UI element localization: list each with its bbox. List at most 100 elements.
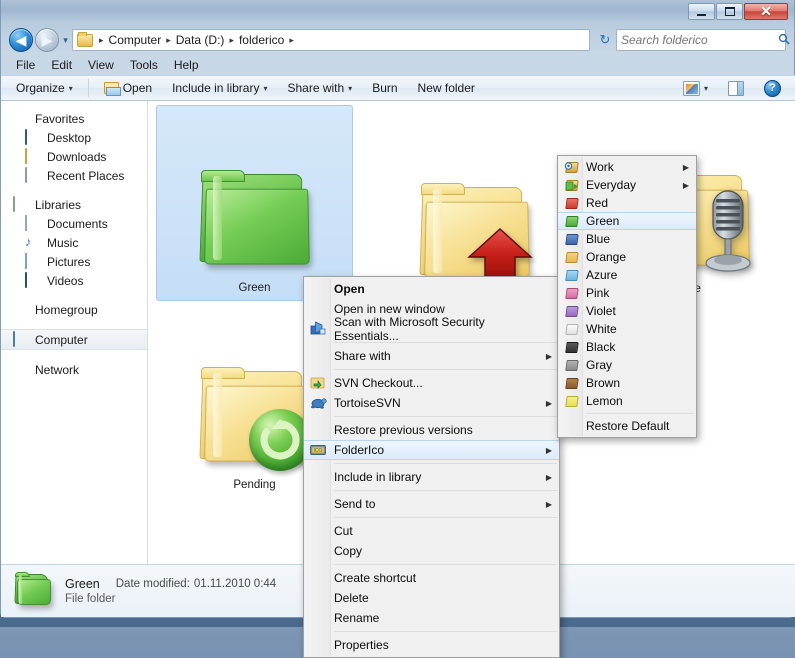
breadcrumb-item-folderico[interactable]: folderico bbox=[237, 33, 286, 47]
sidebar-item-music[interactable]: ♪ Music bbox=[1, 233, 147, 252]
sidebar-item-libraries[interactable]: Libraries bbox=[1, 195, 147, 214]
menu-view[interactable]: View bbox=[81, 56, 121, 74]
breadcrumb-item-data-d[interactable]: Data (D:) bbox=[174, 33, 227, 47]
submenu-item-black[interactable]: Black bbox=[558, 338, 696, 356]
brown-folder-icon bbox=[563, 376, 579, 390]
breadcrumb-separator[interactable]: ▸ bbox=[286, 35, 297, 46]
context-menu-label: Rename bbox=[334, 611, 379, 625]
submenu-item-white[interactable]: White bbox=[558, 320, 696, 338]
close-button[interactable]: ✕ bbox=[744, 3, 788, 20]
context-menu-label: Open in new window bbox=[334, 302, 445, 316]
sidebar-item-downloads[interactable]: Downloads bbox=[1, 147, 147, 166]
recent-places-icon bbox=[25, 168, 41, 184]
context-menu-item-scan-with-security-essentials[interactable]: Scan with Microsoft Security Essentials.… bbox=[304, 319, 559, 339]
menu-tools[interactable]: Tools bbox=[123, 56, 165, 74]
submenu-item-azure[interactable]: Azure bbox=[558, 266, 696, 284]
open-button[interactable]: Open bbox=[95, 77, 161, 99]
green-folder-icon bbox=[563, 214, 579, 228]
search-box[interactable] bbox=[616, 29, 786, 51]
submenu-item-pink[interactable]: Pink bbox=[558, 284, 696, 302]
submenu-item-everyday[interactable]: Everyday ▶ bbox=[558, 176, 696, 194]
white-folder-icon bbox=[563, 322, 579, 336]
context-menu-item-tortoisesvn[interactable]: TortoiseSVN ▶ bbox=[304, 393, 559, 413]
context-menu-item-create-shortcut[interactable]: Create shortcut bbox=[304, 568, 559, 588]
include-in-library-button[interactable]: Include in library ▾ bbox=[163, 77, 276, 99]
maximize-button[interactable] bbox=[716, 3, 743, 20]
context-menu-item-open[interactable]: Open bbox=[304, 279, 559, 299]
context-menu-item-share-with[interactable]: Share with ▶ bbox=[304, 346, 559, 366]
breadcrumb-separator[interactable]: ▸ bbox=[96, 35, 107, 46]
organize-button[interactable]: Organize ▾ bbox=[7, 77, 82, 99]
chevron-down-icon: ▾ bbox=[69, 84, 73, 93]
breadcrumb[interactable]: ▸ Computer ▸ Data (D:) ▸ folderico ▸ bbox=[72, 29, 590, 51]
context-menu-label: Properties bbox=[334, 638, 389, 652]
new-folder-button[interactable]: New folder bbox=[409, 77, 484, 99]
submenu-item-violet[interactable]: Violet bbox=[558, 302, 696, 320]
context-menu-item-rename[interactable]: Rename bbox=[304, 608, 559, 628]
submenu-item-brown[interactable]: Brown bbox=[558, 374, 696, 392]
include-in-library-label: Include in library bbox=[172, 81, 259, 95]
context-menu-item-folderico[interactable]: ICO FolderIco ▶ bbox=[304, 440, 559, 460]
context-menu-label: Cut bbox=[334, 524, 353, 538]
change-view-button[interactable]: ▾ bbox=[674, 77, 717, 100]
help-button[interactable]: ? bbox=[755, 76, 790, 101]
submenu-item-blue[interactable]: Blue bbox=[558, 230, 696, 248]
context-menu-item-copy[interactable]: Copy bbox=[304, 541, 559, 561]
burn-label: Burn bbox=[372, 81, 397, 95]
breadcrumb-separator[interactable]: ▸ bbox=[226, 35, 237, 46]
context-menu-item-include-in-library[interactable]: Include in library ▶ bbox=[304, 467, 559, 487]
context-menu-item-svn-checkout[interactable]: SVN Checkout... bbox=[304, 373, 559, 393]
submenu-item-restore-default[interactable]: Restore Default bbox=[558, 417, 696, 435]
sidebar-item-favorites[interactable]: Favorites bbox=[1, 109, 147, 128]
sidebar-item-documents[interactable]: Documents bbox=[1, 214, 147, 233]
burn-button[interactable]: Burn bbox=[363, 77, 406, 99]
preview-pane-icon bbox=[728, 81, 744, 96]
submenu-item-gray[interactable]: Gray bbox=[558, 356, 696, 374]
menu-help[interactable]: Help bbox=[167, 56, 206, 74]
context-menu-item-delete[interactable]: Delete bbox=[304, 588, 559, 608]
submenu-label: Red bbox=[586, 196, 608, 210]
sidebar-label: Libraries bbox=[35, 198, 81, 212]
sidebar-item-homegroup[interactable]: Homegroup bbox=[1, 300, 147, 319]
share-with-button[interactable]: Share with ▾ bbox=[278, 77, 361, 99]
menu-edit[interactable]: Edit bbox=[44, 56, 79, 74]
context-menu-item-properties[interactable]: Properties bbox=[304, 635, 559, 655]
status-date-label: Date modified: bbox=[116, 578, 190, 590]
file-item-green[interactable]: Green bbox=[156, 105, 353, 301]
preview-pane-button[interactable] bbox=[719, 77, 753, 100]
submenu-arrow-icon: ▶ bbox=[546, 446, 552, 455]
share-with-label: Share with bbox=[287, 81, 344, 95]
minimize-button[interactable] bbox=[688, 3, 715, 20]
submenu-item-lemon[interactable]: Lemon bbox=[558, 392, 696, 410]
context-menu-item-cut[interactable]: Cut bbox=[304, 521, 559, 541]
forward-button[interactable]: ▶ bbox=[35, 28, 59, 52]
file-item-upload[interactable] bbox=[376, 105, 573, 301]
sidebar-item-computer[interactable]: Computer bbox=[1, 329, 147, 350]
sidebar-item-videos[interactable]: Videos bbox=[1, 271, 147, 290]
sidebar-item-pictures[interactable]: Pictures bbox=[1, 252, 147, 271]
documents-icon bbox=[25, 216, 41, 232]
sidebar-item-network[interactable]: Network bbox=[1, 360, 147, 379]
submenu-item-orange[interactable]: Orange bbox=[558, 248, 696, 266]
back-button[interactable]: ◀ bbox=[9, 28, 33, 52]
context-menu-item-restore-previous-versions[interactable]: Restore previous versions bbox=[304, 420, 559, 440]
submenu-label: Gray bbox=[586, 358, 612, 372]
submenu-label: Everyday bbox=[586, 178, 636, 192]
menu-file[interactable]: File bbox=[9, 56, 42, 74]
chevron-down-icon: ▾ bbox=[348, 84, 352, 93]
submenu-item-red[interactable]: Red bbox=[558, 194, 696, 212]
refresh-button[interactable]: ↻ bbox=[594, 32, 616, 48]
submenu-item-green[interactable]: Green bbox=[558, 212, 696, 230]
submenu-item-work[interactable]: Work ▶ bbox=[558, 158, 696, 176]
context-menu-item-send-to[interactable]: Send to ▶ bbox=[304, 494, 559, 514]
sidebar-item-desktop[interactable]: Desktop bbox=[1, 128, 147, 147]
nav-group-libraries: Libraries Documents ♪ Music Pictures Vid… bbox=[1, 195, 147, 290]
status-text: Green Date modified: 01.11.2010 0:44 Fil… bbox=[65, 577, 276, 605]
navigation-pane: Favorites Desktop Downloads Recent Place… bbox=[1, 101, 148, 564]
recent-pages-dropdown[interactable]: ▾ bbox=[59, 35, 72, 46]
music-icon: ♪ bbox=[25, 235, 41, 251]
breadcrumb-separator[interactable]: ▸ bbox=[163, 35, 174, 46]
sidebar-item-recent-places[interactable]: Recent Places bbox=[1, 166, 147, 185]
breadcrumb-item-computer[interactable]: Computer bbox=[107, 33, 164, 47]
search-input[interactable] bbox=[621, 33, 778, 47]
